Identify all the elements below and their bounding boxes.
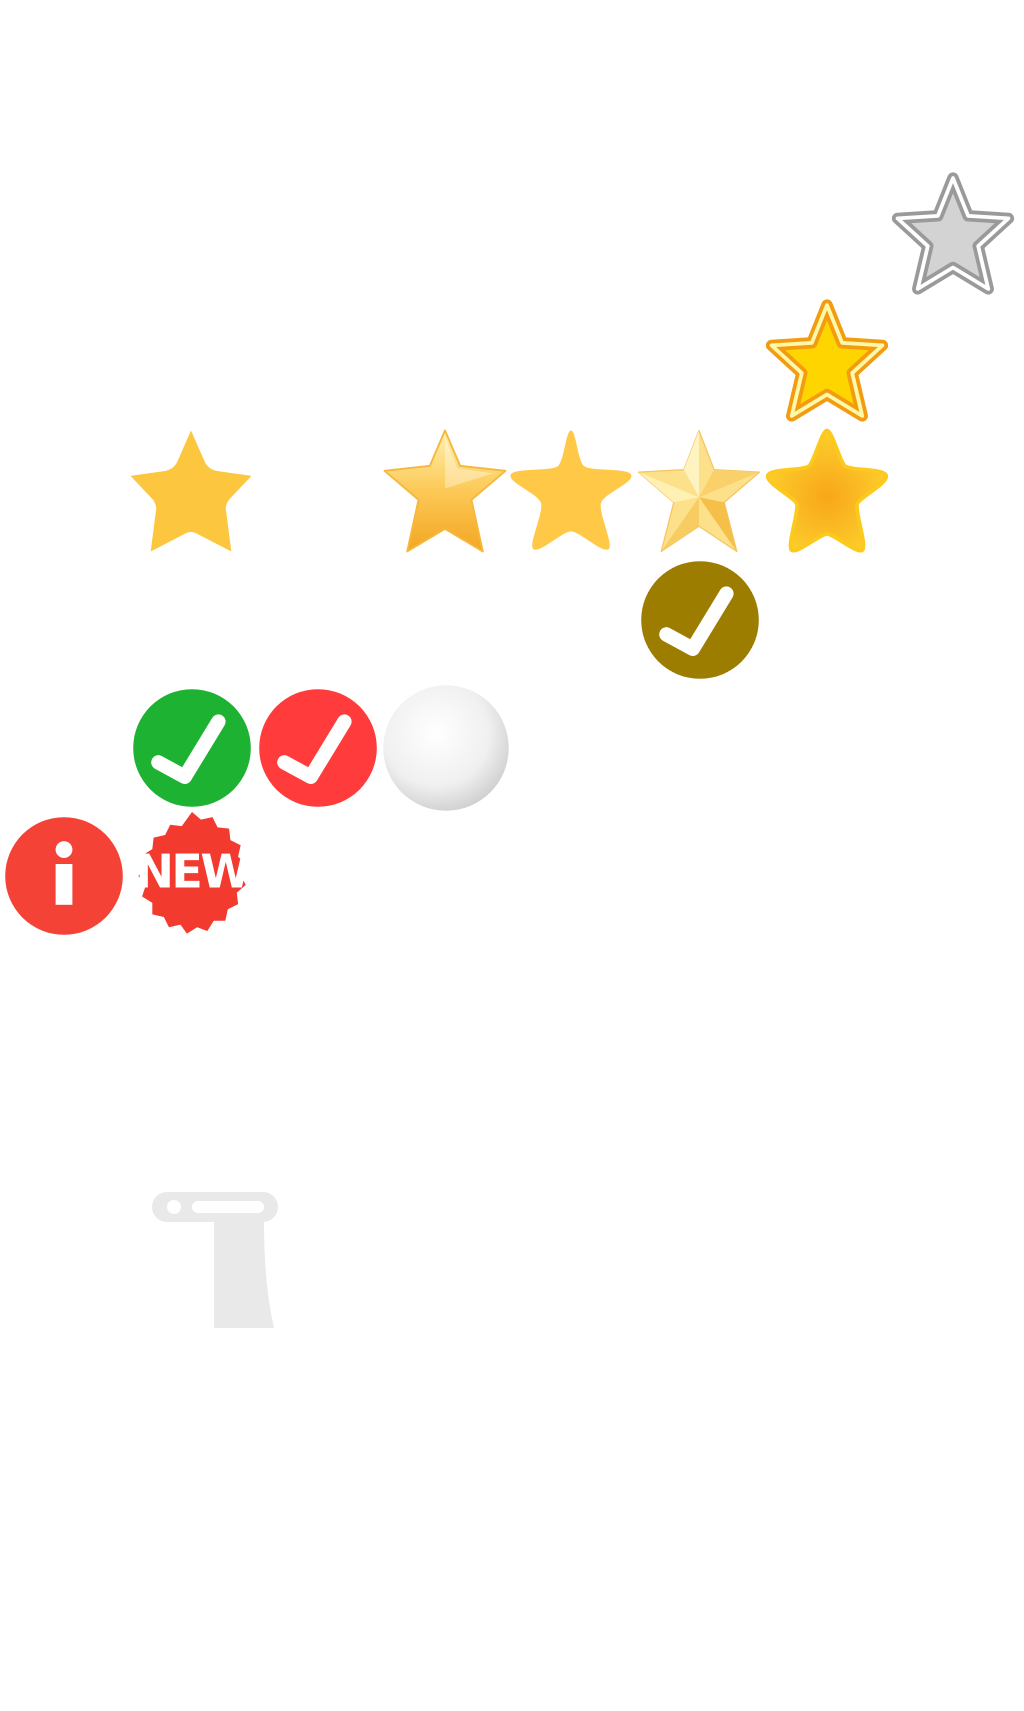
star-glossy-gold-icon	[382, 428, 508, 554]
star-gray-outline-icon	[890, 172, 1016, 299]
check-badge-olive-icon	[640, 560, 760, 680]
new-badge-label: NEW	[135, 845, 250, 899]
check-badge-green-icon	[132, 688, 252, 808]
new-badge-icon: NEW	[128, 812, 256, 940]
star-faceted-gold-icon	[636, 428, 762, 554]
star-orange-gold-icon	[764, 428, 890, 554]
info-badge-icon	[4, 816, 124, 936]
star-rounded-gold-icon	[508, 428, 634, 554]
star-yellow-outline-icon	[764, 299, 890, 426]
check-badge-red-icon	[258, 688, 378, 808]
pillar-icon	[150, 1192, 280, 1328]
white-ball-icon	[382, 684, 510, 812]
star-flat-gold-icon	[128, 428, 254, 554]
